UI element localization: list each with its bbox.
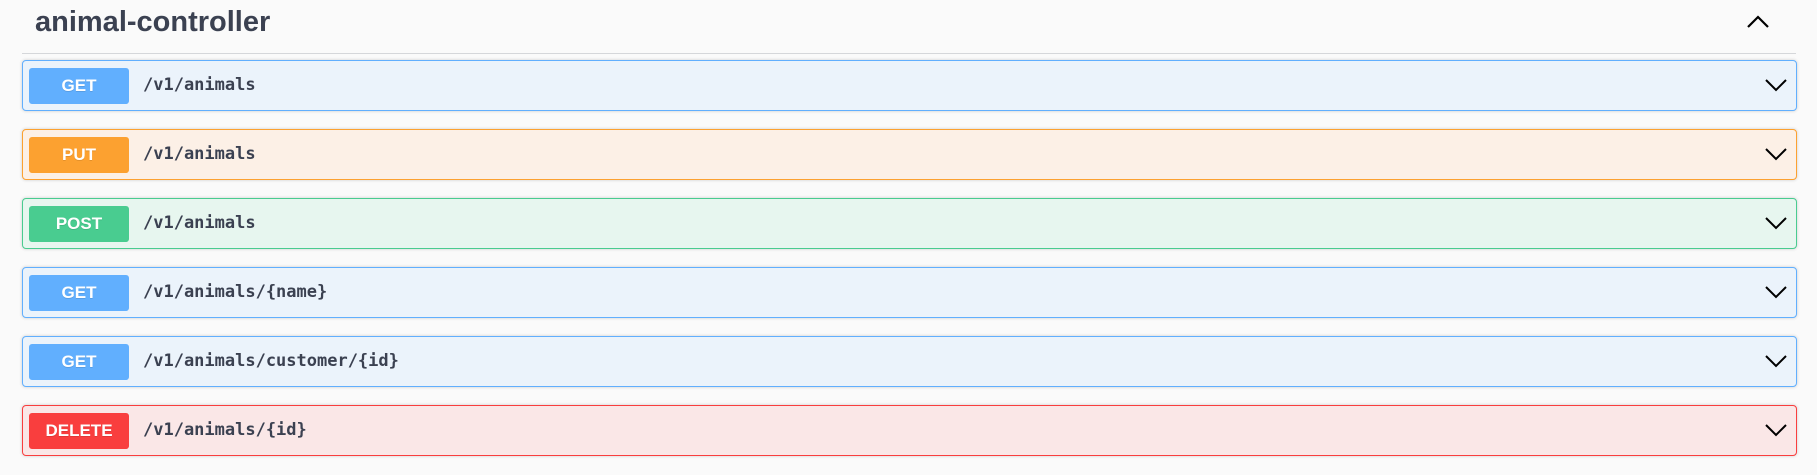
chevron-down-icon[interactable]: [1764, 146, 1788, 162]
tag-title: animal-controller: [35, 6, 271, 38]
operation-path: /v1/animals: [143, 213, 256, 233]
chevron-down-icon[interactable]: [1764, 215, 1788, 231]
chevron-down-icon[interactable]: [1764, 353, 1788, 369]
method-badge-put: PUT: [29, 137, 129, 173]
operation-path: /v1/animals: [143, 75, 256, 95]
operation-post-v1-animals[interactable]: POST /v1/animals: [22, 198, 1797, 249]
chevron-up-icon[interactable]: [1745, 12, 1771, 30]
operation-path: /v1/animals: [143, 144, 256, 164]
chevron-down-icon[interactable]: [1764, 284, 1788, 300]
operation-path: /v1/animals/customer/{id}: [143, 351, 399, 371]
operation-get-v1-animals-customer-id[interactable]: GET /v1/animals/customer/{id}: [22, 336, 1797, 387]
operation-path: /v1/animals/{id}: [143, 420, 307, 440]
method-badge-get: GET: [29, 68, 129, 104]
chevron-down-icon[interactable]: [1764, 422, 1788, 438]
method-badge-get: GET: [29, 275, 129, 311]
operation-put-v1-animals[interactable]: PUT /v1/animals: [22, 129, 1797, 180]
operation-get-v1-animals-name[interactable]: GET /v1/animals/{name}: [22, 267, 1797, 318]
operations-list: GET /v1/animals PUT /v1/animals POST /v1…: [22, 60, 1797, 474]
operation-delete-v1-animals-id[interactable]: DELETE /v1/animals/{id}: [22, 405, 1797, 456]
method-badge-delete: DELETE: [29, 413, 129, 449]
chevron-down-icon[interactable]: [1764, 77, 1788, 93]
method-badge-post: POST: [29, 206, 129, 242]
method-badge-get: GET: [29, 344, 129, 380]
operation-get-v1-animals[interactable]: GET /v1/animals: [22, 60, 1797, 111]
operation-path: /v1/animals/{name}: [143, 282, 328, 302]
tag-header-animal-controller[interactable]: animal-controller: [22, 0, 1796, 54]
